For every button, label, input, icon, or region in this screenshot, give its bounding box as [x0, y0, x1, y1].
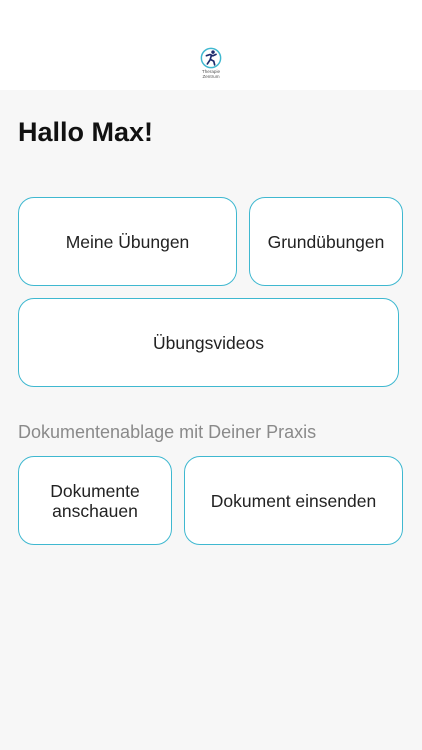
view-documents-button[interactable]: Dokumente anschauen: [18, 456, 172, 545]
my-exercises-button[interactable]: Meine Übungen: [18, 197, 237, 286]
app-header: Therapie Zentrum: [0, 0, 422, 90]
documents-section-title: Dokumentenablage mit Deiner Praxis: [18, 422, 317, 442]
logo-text-line2: Zentrum: [202, 74, 220, 79]
greeting-title: Hallo Max!: [18, 117, 154, 147]
my-exercises-label: Meine Übungen: [65, 231, 190, 252]
exercise-videos-button[interactable]: Übungsvideos: [18, 298, 399, 387]
therapy-center-logo: Therapie Zentrum: [195, 47, 227, 81]
send-document-button[interactable]: Dokument einsenden: [184, 456, 403, 545]
basic-exercises-label: Grundübungen: [267, 231, 385, 252]
running-figure-icon: [200, 47, 222, 69]
view-documents-label-line1: Dokumente: [50, 480, 140, 501]
send-document-label: Dokument einsenden: [210, 490, 377, 511]
basic-exercises-button[interactable]: Grundübungen: [249, 197, 403, 286]
view-documents-label: Dokumente anschauen: [50, 481, 140, 521]
view-documents-label-line2: anschauen: [52, 500, 138, 521]
exercise-videos-label: Übungsvideos: [153, 332, 264, 353]
